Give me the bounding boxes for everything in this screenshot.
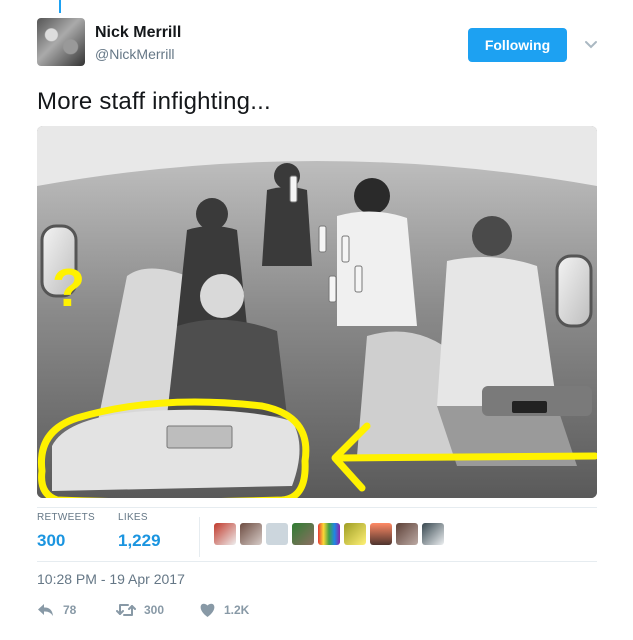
- user-name[interactable]: Nick Merrill: [95, 24, 181, 42]
- liker-avatar[interactable]: [318, 523, 340, 545]
- stats-separator: [199, 517, 200, 557]
- reply-icon: [38, 604, 53, 616]
- highlight-question-mark: ?: [52, 258, 85, 318]
- liker-avatar[interactable]: [292, 523, 314, 545]
- retweets-count[interactable]: 300: [37, 531, 65, 551]
- likes-count[interactable]: 1,229: [118, 531, 161, 551]
- liker-avatar[interactable]: [266, 523, 288, 545]
- likes-label: LIKES: [118, 512, 148, 523]
- liker-avatar[interactable]: [344, 523, 366, 545]
- liker-avatar[interactable]: [240, 523, 262, 545]
- liker-avatar[interactable]: [396, 523, 418, 545]
- retweets-label: RETWEETS: [37, 512, 95, 523]
- svg-text:?: ?: [52, 258, 85, 318]
- user-handle[interactable]: @NickMerrill: [95, 46, 175, 62]
- tweet-text: More staff infighting...: [37, 88, 271, 115]
- like-action-count: 1.2K: [224, 603, 250, 617]
- tweet-timestamp[interactable]: 10:28 PM - 19 Apr 2017: [37, 571, 185, 587]
- tweet-photo[interactable]: ?: [37, 126, 597, 498]
- like-action[interactable]: 1.2K: [199, 602, 249, 618]
- following-button[interactable]: Following: [468, 28, 567, 62]
- stats-divider-bottom: [37, 561, 597, 562]
- stats-divider-top: [37, 507, 597, 508]
- phone: [512, 401, 547, 413]
- chevron-down-icon[interactable]: [583, 36, 599, 52]
- retweet-icon: [116, 604, 136, 616]
- pillow: [52, 409, 300, 491]
- liker-avatars: [214, 523, 444, 545]
- user-avatar[interactable]: [37, 18, 85, 66]
- retweet-action[interactable]: 300: [116, 602, 164, 618]
- liker-avatar[interactable]: [422, 523, 444, 545]
- heart-icon: [200, 603, 215, 617]
- liker-avatar[interactable]: [370, 523, 392, 545]
- thread-connector-line: [59, 0, 61, 13]
- retweet-action-count: 300: [144, 603, 165, 617]
- books: [166, 425, 233, 449]
- reply-count: 78: [63, 603, 77, 617]
- reply-action[interactable]: 78: [37, 602, 76, 618]
- liker-avatar[interactable]: [214, 523, 236, 545]
- cabin-window: [555, 254, 593, 328]
